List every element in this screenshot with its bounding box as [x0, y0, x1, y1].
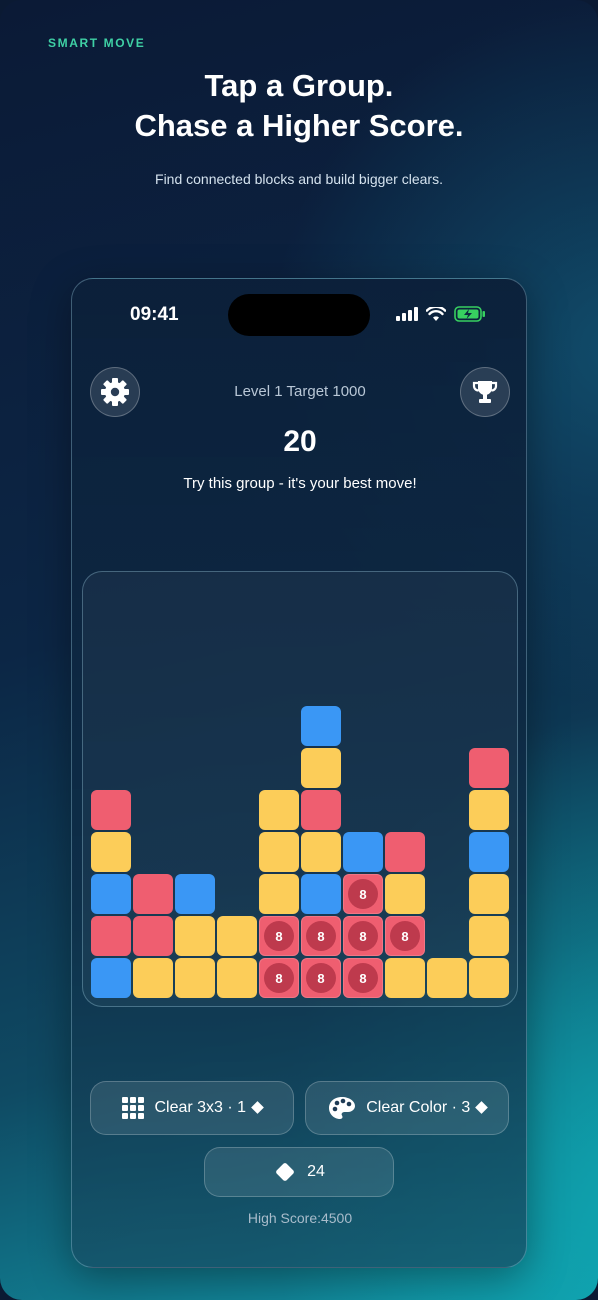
diamond-icon — [276, 1163, 294, 1181]
group-count-badge: 8 — [306, 921, 336, 951]
clear-3x3-button[interactable]: Clear 3x3 · 1 — [90, 1081, 294, 1135]
red-tile[interactable] — [91, 916, 131, 956]
group-count-badge: 8 — [306, 963, 336, 993]
current-score: 20 — [283, 425, 317, 458]
status-icons — [396, 306, 486, 322]
blue-tile[interactable] — [469, 832, 509, 872]
grid-icon — [122, 1097, 145, 1119]
leaderboard-button[interactable] — [460, 367, 510, 417]
dynamic-island — [228, 294, 370, 336]
highlighted-tile[interactable]: 8 — [259, 958, 299, 998]
blue-tile[interactable] — [301, 706, 341, 746]
highlighted-tile[interactable]: 8 — [301, 958, 341, 998]
group-count-badge: 8 — [348, 879, 378, 909]
clear-color-button[interactable]: Clear Color · 3 — [305, 1081, 509, 1135]
trophy-icon — [472, 381, 498, 403]
yellow-tile[interactable] — [469, 790, 509, 830]
clear-color-label: Clear Color · 3 — [366, 1099, 488, 1117]
promo-screen: SMART MOVE Tap a Group. Chase a Higher S… — [0, 0, 598, 1300]
wifi-icon — [426, 306, 446, 321]
red-tile[interactable] — [133, 916, 173, 956]
signal-icon — [396, 307, 418, 321]
yellow-tile[interactable] — [259, 790, 299, 830]
high-score-label: High Score:4500 — [247, 1210, 353, 1226]
yellow-tile[interactable] — [175, 916, 215, 956]
diamond-icon — [250, 1101, 264, 1114]
group-count-badge: 8 — [390, 921, 420, 951]
yellow-tile[interactable] — [259, 832, 299, 872]
highlighted-tile[interactable]: 8 — [259, 916, 299, 956]
yellow-tile[interactable] — [259, 874, 299, 914]
yellow-tile[interactable] — [469, 916, 509, 956]
highlighted-tile[interactable]: 8 — [385, 916, 425, 956]
gems-button[interactable]: 24 — [204, 1147, 394, 1197]
red-tile[interactable] — [91, 790, 131, 830]
yellow-tile[interactable] — [133, 958, 173, 998]
red-tile[interactable] — [133, 874, 173, 914]
hint-message: Try this group - it's your best move! — [183, 475, 417, 492]
yellow-tile[interactable] — [175, 958, 215, 998]
headline-line-1: Tap a Group. — [204, 68, 394, 103]
group-count-badge: 8 — [348, 963, 378, 993]
yellow-tile[interactable] — [217, 958, 257, 998]
yellow-tile[interactable] — [427, 958, 467, 998]
yellow-tile[interactable] — [301, 748, 341, 788]
yellow-tile[interactable] — [469, 874, 509, 914]
battery-charging-icon — [454, 306, 485, 322]
blue-tile[interactable] — [343, 832, 383, 872]
yellow-tile[interactable] — [385, 958, 425, 998]
gems-count: 24 — [307, 1163, 325, 1180]
highlighted-tile[interactable]: 8 — [343, 958, 383, 998]
clear-3x3-label: Clear 3x3 · 1 — [154, 1099, 264, 1117]
group-count-badge: 8 — [264, 921, 294, 951]
red-tile[interactable] — [301, 790, 341, 830]
group-count-badge: 8 — [264, 963, 294, 993]
yellow-tile[interactable] — [301, 832, 341, 872]
game-board: 88888888 — [82, 571, 518, 1007]
highlighted-tile[interactable]: 8 — [343, 916, 383, 956]
blue-tile[interactable] — [175, 874, 215, 914]
blue-tile[interactable] — [301, 874, 341, 914]
yellow-tile[interactable] — [91, 832, 131, 872]
highlighted-tile[interactable]: 8 — [301, 916, 341, 956]
headline-line-2: Chase a Higher Score. — [134, 108, 464, 143]
red-tile[interactable] — [469, 748, 509, 788]
phone-frame: 09:41 Level 1 Target 1000 20 Try this gr… — [71, 278, 527, 1268]
subtitle: Find connected blocks and build bigger c… — [155, 171, 443, 187]
yellow-tile[interactable] — [469, 958, 509, 998]
blue-tile[interactable] — [91, 958, 131, 998]
diamond-icon — [474, 1101, 488, 1114]
highlighted-tile[interactable]: 8 — [343, 874, 383, 914]
palette-icon — [329, 1097, 356, 1119]
status-time: 09:41 — [130, 304, 179, 325]
headline: Tap a Group. Chase a Higher Score. — [0, 66, 598, 146]
blue-tile[interactable] — [91, 874, 131, 914]
red-tile[interactable] — [385, 832, 425, 872]
yellow-tile[interactable] — [385, 874, 425, 914]
eyebrow-label: SMART MOVE — [48, 36, 146, 50]
yellow-tile[interactable] — [217, 916, 257, 956]
group-count-badge: 8 — [348, 921, 378, 951]
